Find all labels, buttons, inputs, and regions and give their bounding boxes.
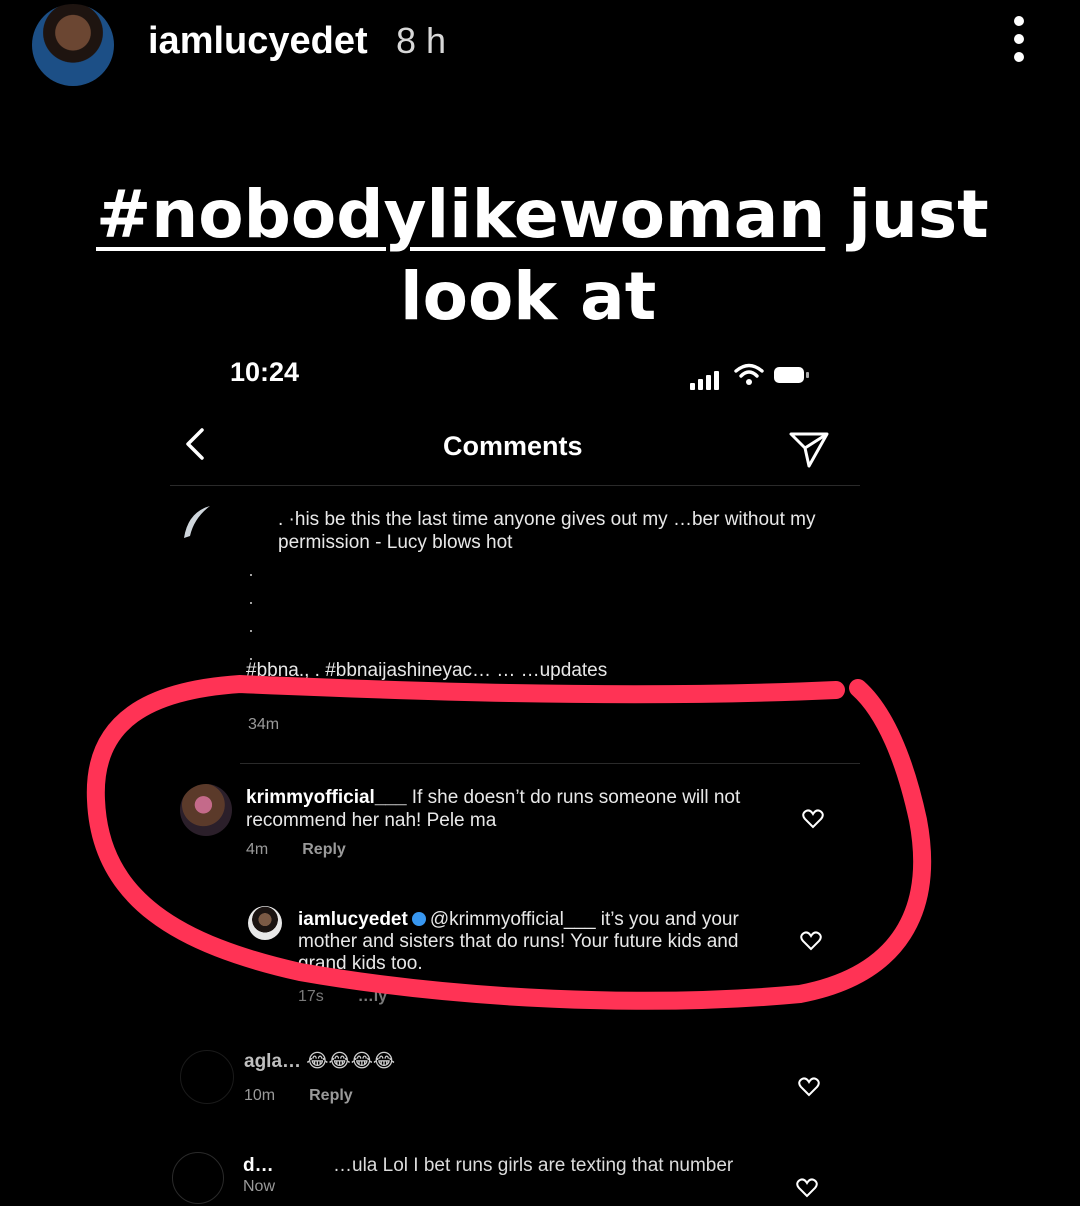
header-divider xyxy=(170,485,860,486)
status-bar-time: 10:24 xyxy=(230,357,300,387)
reply-avatar[interactable] xyxy=(248,906,282,940)
reply-button[interactable]: …ly xyxy=(358,988,387,1005)
comment-body: 😂😂😂😂 xyxy=(301,1051,396,1072)
comment: krimmyofficial___ If she doesn’t do runs… xyxy=(246,786,786,832)
story-username[interactable]: iamlucyedet xyxy=(148,20,368,63)
post-hashtags[interactable]: #bbna., . #bbnaijashineyac… … …updates xyxy=(246,660,786,682)
post-divider xyxy=(240,763,860,764)
post-avatar[interactable] xyxy=(180,500,224,544)
caption-dots: · · · · xyxy=(248,564,254,668)
reply-meta: 17s …ly xyxy=(298,988,387,1006)
commenter-avatar[interactable] xyxy=(172,1152,224,1204)
comment-time: 4m xyxy=(246,841,269,858)
share-icon[interactable] xyxy=(788,428,830,470)
comment-username[interactable]: agla… xyxy=(244,1051,301,1072)
commenter-avatar[interactable] xyxy=(180,1050,234,1104)
comment-body: …ula Lol I bet runs girls are texting th… xyxy=(333,1155,734,1176)
more-options-icon[interactable] xyxy=(1008,16,1030,66)
comment-meta: 4m Reply xyxy=(246,841,346,859)
comment-time: 10m xyxy=(244,1087,276,1104)
battery-icon xyxy=(774,367,809,383)
comment-username[interactable]: d… xyxy=(243,1154,333,1177)
post-caption-text: . ·his be this the last time anyone give… xyxy=(278,509,816,553)
story-header: iamlucyedet 8 h xyxy=(0,0,1080,90)
story-caption-line2: look at xyxy=(400,258,657,335)
comment-meta: 10m Reply xyxy=(244,1087,353,1105)
commenter-avatar[interactable] xyxy=(180,784,232,836)
comment: agla… 😂😂😂😂 xyxy=(244,1050,744,1073)
verified-badge-icon xyxy=(411,912,426,926)
post-time: 34m xyxy=(248,716,280,733)
status-icons xyxy=(690,362,820,390)
comment-time: Now xyxy=(243,1178,276,1195)
comment-username[interactable]: krimmyofficial___ xyxy=(246,787,407,808)
reply-button[interactable]: Reply xyxy=(302,841,346,858)
caption-hashtag[interactable]: #nobodylikewoman xyxy=(96,176,825,253)
comments-title: Comments xyxy=(443,431,583,461)
caption-rest: just xyxy=(825,176,989,253)
reply-time: 17s xyxy=(298,988,324,1005)
wifi-icon xyxy=(734,363,764,385)
reply-username[interactable]: iamlucyedet xyxy=(298,909,408,930)
comment: d… …ula Lol I bet runs girls are texting … xyxy=(243,1154,783,1177)
back-icon[interactable] xyxy=(176,424,216,464)
profile-avatar[interactable] xyxy=(32,4,114,86)
story-caption-line1: #nobodylikewoman just xyxy=(96,176,989,253)
reply-button[interactable]: Reply xyxy=(309,1087,353,1104)
like-heart-icon[interactable] xyxy=(796,1178,818,1198)
like-heart-icon[interactable] xyxy=(802,809,824,829)
story-time: 8 h xyxy=(396,20,447,61)
like-heart-icon[interactable] xyxy=(800,931,822,951)
like-heart-icon[interactable] xyxy=(798,1077,820,1097)
comment-meta: Now xyxy=(243,1178,275,1196)
reply-comment: iamlucyedet @krimmyofficial___ it’s you a… xyxy=(298,909,768,975)
